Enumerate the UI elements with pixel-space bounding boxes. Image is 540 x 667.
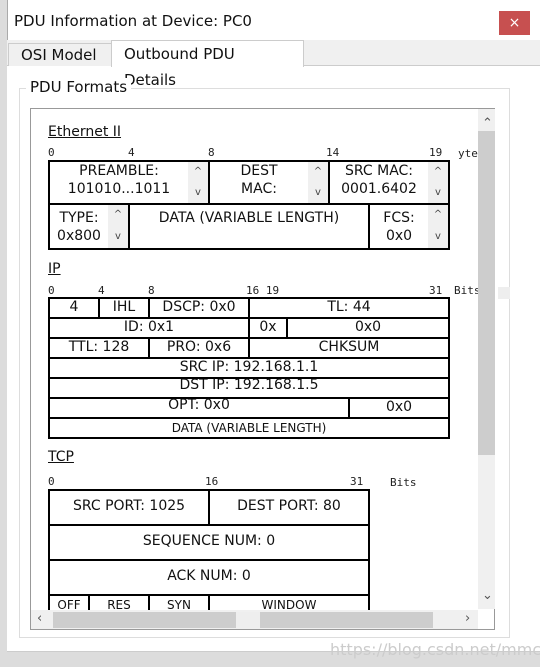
preamble-field: PREAMBLE: 101010...1011 ^ v	[48, 160, 210, 205]
ip-id: ID: 0x1	[48, 317, 250, 339]
tick: 0	[48, 284, 55, 297]
tick: 14	[326, 146, 340, 159]
data-field: DATA (VARIABLE LENGTH)	[128, 203, 370, 250]
ip-dscp: DSCP: 0x0	[148, 297, 250, 319]
tcp-src-port: SRC PORT: 1025	[48, 489, 210, 526]
ip-flags: 0x	[248, 317, 288, 339]
tick: 0	[48, 146, 55, 159]
ip-version: 4	[48, 297, 100, 319]
chevron-down-icon[interactable]: v	[188, 183, 208, 204]
chevron-down-icon[interactable]: v	[108, 227, 128, 249]
label: SRC MAC:	[344, 163, 414, 179]
close-button[interactable]: ×	[499, 11, 530, 35]
ip-checksum: CHKSUM	[248, 337, 450, 359]
chevron-down-icon[interactable]: v	[428, 183, 448, 204]
ip-src: SRC IP: 192.168.1.1	[48, 357, 450, 379]
type-field: TYPE: 0x800 ^ v	[48, 203, 130, 250]
chevron-up-icon[interactable]: ^	[428, 162, 448, 183]
tick: 4	[128, 146, 135, 159]
chevron-up-icon[interactable]: ^	[188, 162, 208, 183]
ethernet-title: Ethernet II	[48, 124, 122, 140]
ip-protocol: PRO: 0x6	[148, 337, 250, 359]
window-title: PDU Information at Device: PC0	[14, 12, 252, 30]
spinner[interactable]: ^ v	[308, 162, 328, 203]
tick: 31	[429, 284, 443, 297]
label: PREAMBLE:	[79, 163, 159, 179]
tick: 16 19	[246, 284, 280, 297]
tick: 4	[98, 284, 105, 297]
tick: 19	[429, 146, 443, 159]
vertical-scroll-thumb[interactable]	[478, 131, 495, 455]
horizontal-thumb-grip	[236, 612, 260, 628]
vertical-thumb-grip	[498, 287, 510, 299]
value: 0x800	[57, 228, 101, 244]
scroll-up-icon[interactable]: ⌃	[482, 116, 493, 131]
label: DEST	[240, 163, 278, 179]
tick: 31	[350, 475, 364, 488]
chevron-up-icon[interactable]: ^	[308, 162, 328, 183]
chevron-down-icon[interactable]: v	[308, 183, 328, 204]
ip-total-length: TL: 44	[248, 297, 450, 319]
scroll-right-icon[interactable]: ›	[465, 611, 470, 626]
tab-osi-model[interactable]: OSI Model	[8, 43, 112, 66]
tick: 0	[48, 475, 55, 488]
tab-outbound-pdu-details[interactable]: Outbound PDU Details	[111, 40, 304, 89]
ip-options: OPT: 0x0	[48, 397, 350, 419]
label: FCS:	[383, 210, 415, 226]
group-label: PDU Formats	[26, 78, 132, 96]
value: 0001.6402	[341, 181, 417, 197]
tick: 8	[148, 284, 155, 297]
scroll-down-icon[interactable]: ⌄	[482, 588, 493, 603]
chevron-up-icon[interactable]: ^	[428, 205, 448, 227]
fcs-field: FCS: 0x0 ^ v	[368, 203, 450, 250]
spinner[interactable]: ^ v	[188, 162, 208, 203]
unit-label: Bits	[454, 284, 481, 297]
tcp-sequence-num: SEQUENCE NUM: 0	[48, 524, 370, 561]
scroll-left-icon[interactable]: ‹	[37, 611, 42, 626]
tick: 16	[205, 475, 219, 488]
tick: 8	[208, 146, 215, 159]
ip-padding: 0x0	[348, 397, 450, 419]
spinner[interactable]: ^ v	[108, 205, 128, 248]
ip-fragment-offset: 0x0	[286, 317, 450, 339]
tcp-ack-num: ACK NUM: 0	[48, 559, 370, 596]
ip-ihl: IHL	[98, 297, 150, 319]
src-mac-field: SRC MAC: 0001.6402 ^ v	[328, 160, 450, 205]
spinner[interactable]: ^ v	[428, 205, 448, 248]
dest-mac-field: DEST MAC: ^ v	[208, 160, 330, 205]
ip-title: IP	[48, 261, 61, 277]
ip-data: DATA (VARIABLE LENGTH)	[48, 417, 450, 439]
ip-ttl: TTL: 128	[48, 337, 150, 359]
value: MAC:	[241, 181, 277, 197]
spinner[interactable]: ^ v	[428, 162, 448, 203]
ip-dst: DST IP: 192.168.1.5	[48, 377, 450, 399]
watermark: https://blog.csdn.net/mmczjq	[330, 640, 540, 659]
unit-label: Bits	[390, 476, 417, 489]
label: TYPE:	[59, 210, 99, 226]
value: 101010...1011	[67, 181, 171, 197]
value: 0x0	[385, 228, 413, 244]
tcp-title: TCP	[48, 449, 74, 465]
pdu-scroll-view[interactable]: Ethernet II 0 4 8 14 19 ytes PREAMBLE: 10…	[30, 108, 495, 630]
chevron-up-icon[interactable]: ^	[108, 205, 128, 227]
chevron-down-icon[interactable]: v	[428, 227, 448, 249]
tcp-dest-port: DEST PORT: 80	[208, 489, 370, 526]
